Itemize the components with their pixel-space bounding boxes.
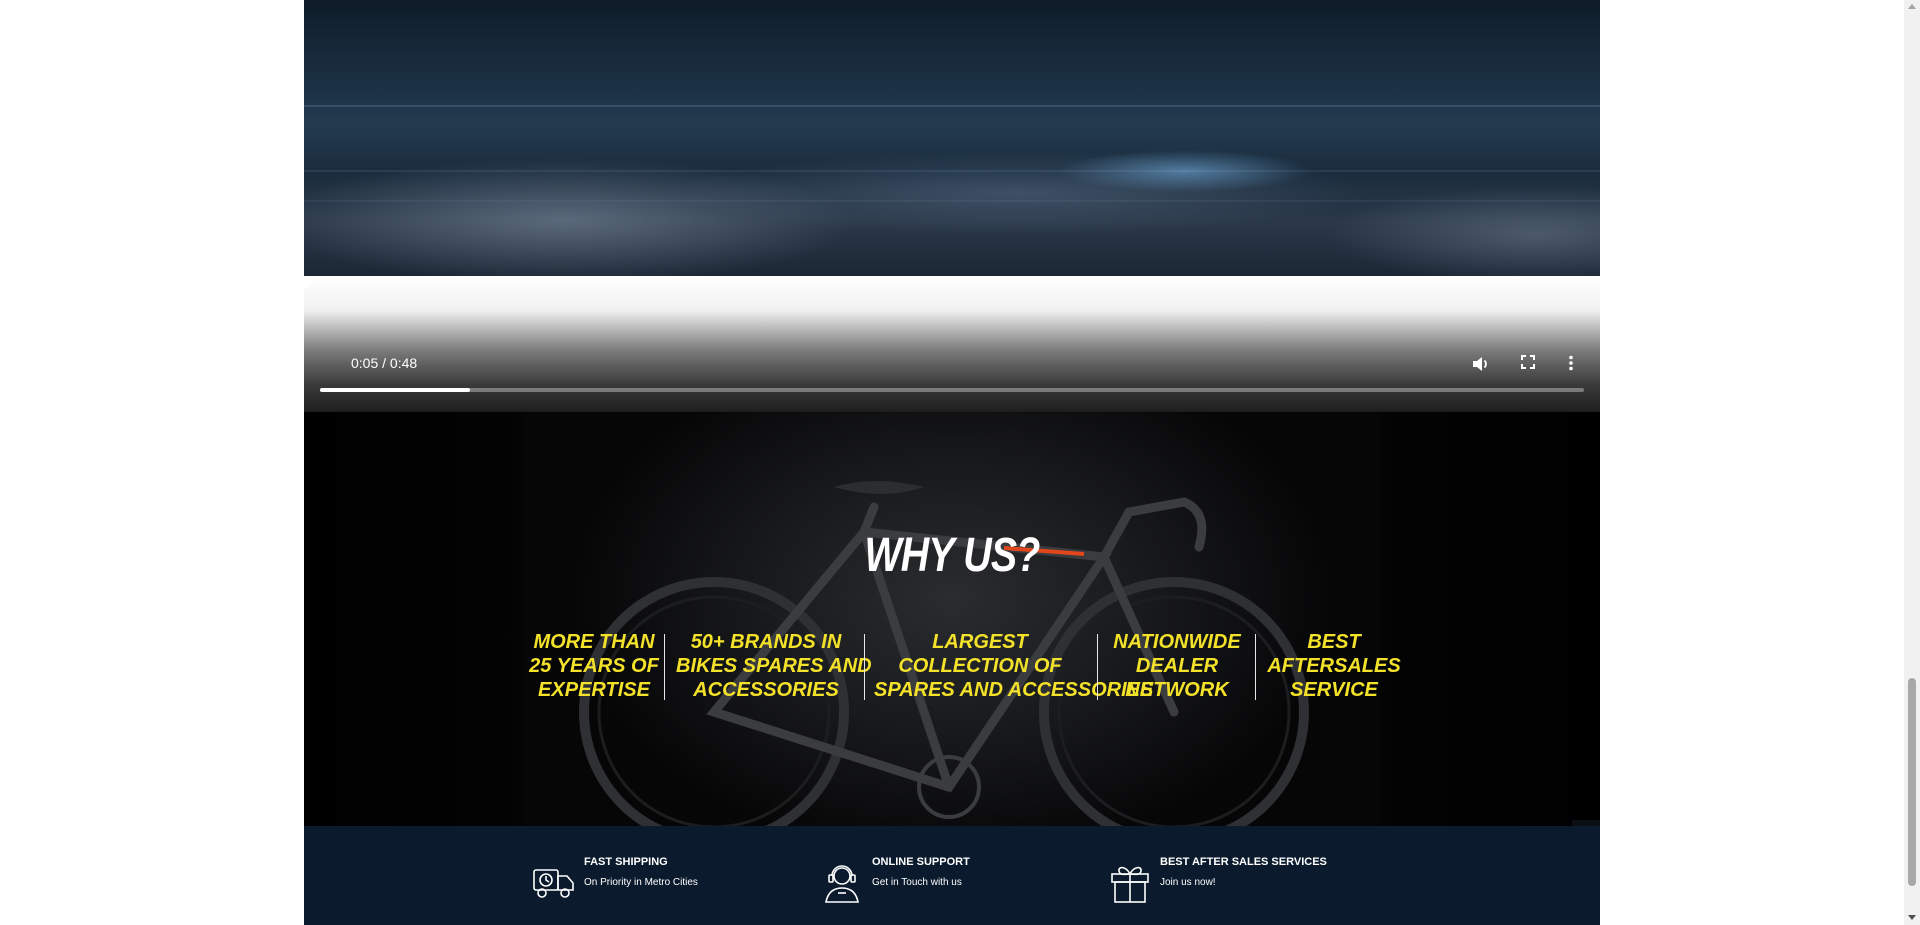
why-us-title: WHY US? xyxy=(864,529,1040,582)
feature-divider xyxy=(1097,634,1098,700)
service-subtitle: On Priority in Metro Cities xyxy=(584,877,698,888)
video-progress-fill xyxy=(320,388,471,392)
hero-cloud-banner xyxy=(304,0,1600,276)
volume-icon[interactable] xyxy=(1472,356,1490,376)
feature-collection: LARGEST COLLECTION OF SPARES AND ACCESSO… xyxy=(874,631,1154,701)
delivery-truck-icon xyxy=(533,869,574,898)
video-player[interactable]: 0:05 / 0:48 xyxy=(304,276,1600,412)
feature-expertise: MORE THAN 25 YEARS OF EXPERTISE xyxy=(529,631,659,701)
service-title: FAST SHIPPING xyxy=(584,856,668,868)
feature-dealer-network: NATIONWIDE DEALER NETWORK xyxy=(1113,631,1241,701)
services-strip: FAST SHIPPING On Priority in Metro Citie… xyxy=(304,826,1600,925)
page-scrollbar[interactable] xyxy=(1904,0,1920,925)
service-title: ONLINE SUPPORT xyxy=(872,856,970,868)
play-icon[interactable] xyxy=(304,276,315,290)
scroll-up-icon[interactable] xyxy=(1908,4,1916,9)
fullscreen-icon[interactable] xyxy=(1521,355,1535,373)
gift-icon xyxy=(1111,866,1149,903)
feature-brands: 50+ BRANDS IN BIKES SPARES AND ACCESSORI… xyxy=(676,631,872,701)
feature-divider xyxy=(664,634,665,700)
page-content: 0:05 / 0:48 WHY US? MORE THAN 25 YEARS O… xyxy=(304,0,1600,925)
service-subtitle: Join us now! xyxy=(1160,877,1216,888)
scrollbar-thumb[interactable] xyxy=(1908,678,1916,886)
video-time: 0:05 / 0:48 xyxy=(351,355,418,371)
feature-divider xyxy=(1255,634,1256,700)
more-options-icon[interactable] xyxy=(1568,355,1574,375)
scroll-down-icon[interactable] xyxy=(1908,915,1916,920)
service-title: BEST AFTER SALES SERVICES xyxy=(1160,856,1327,868)
why-us-section: WHY US? MORE THAN 25 YEARS OF EXPERTISE … xyxy=(304,412,1600,826)
service-subtitle: Get in Touch with us xyxy=(872,877,962,888)
feature-divider xyxy=(864,634,865,700)
video-progress-bar[interactable] xyxy=(320,388,1584,392)
feature-aftersales: BEST AFTERSALES SERVICE xyxy=(1267,631,1401,701)
support-agent-icon xyxy=(825,865,859,903)
